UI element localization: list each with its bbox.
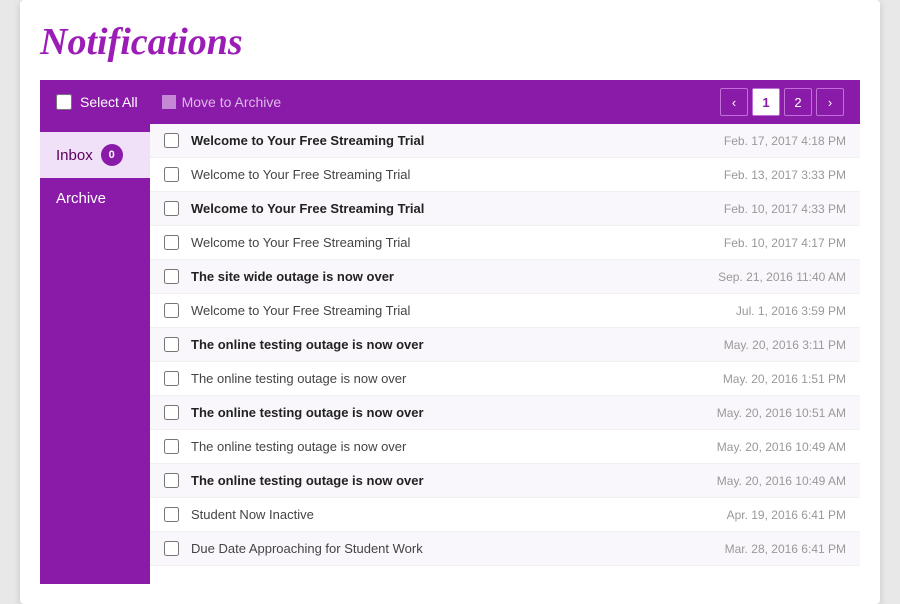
- table-row: The online testing outage is now over May…: [150, 328, 860, 362]
- notification-date: Apr. 19, 2016 6:41 PM: [727, 508, 846, 522]
- content-area: Inbox 0 Archive Welcome to Your Free Str…: [40, 124, 860, 584]
- notification-date: Feb. 10, 2017 4:17 PM: [724, 236, 846, 250]
- notification-text: The online testing outage is now over: [191, 473, 705, 488]
- row-checkbox[interactable]: [164, 337, 179, 352]
- page-title: Notifications: [40, 20, 860, 64]
- notification-text: The online testing outage is now over: [191, 439, 705, 454]
- notification-text: Student Now Inactive: [191, 507, 715, 522]
- page-1-button[interactable]: 1: [752, 88, 780, 116]
- row-checkbox[interactable]: [164, 167, 179, 182]
- notification-text: The online testing outage is now over: [191, 337, 712, 352]
- table-row: Welcome to Your Free Streaming Trial Feb.…: [150, 124, 860, 158]
- prev-page-button[interactable]: ‹: [720, 88, 748, 116]
- notification-date: Jul. 1, 2016 3:59 PM: [736, 304, 846, 318]
- table-row: The site wide outage is now over Sep. 21,…: [150, 260, 860, 294]
- notification-text: Due Date Approaching for Student Work: [191, 541, 713, 556]
- select-all-label: Select All: [80, 94, 138, 110]
- page-2-button[interactable]: 2: [784, 88, 812, 116]
- table-row: Student Now Inactive Apr. 19, 2016 6:41 P…: [150, 498, 860, 532]
- row-checkbox[interactable]: [164, 405, 179, 420]
- table-row: Welcome to Your Free Streaming Trial Jul.…: [150, 294, 860, 328]
- inbox-label: Inbox: [56, 147, 93, 164]
- row-checkbox[interactable]: [164, 507, 179, 522]
- notification-text: The site wide outage is now over: [191, 269, 706, 284]
- notification-text: Welcome to Your Free Streaming Trial: [191, 303, 724, 318]
- row-checkbox[interactable]: [164, 303, 179, 318]
- sidebar-item-inbox[interactable]: Inbox 0: [40, 132, 150, 178]
- table-row: Welcome to Your Free Streaming Trial Feb.…: [150, 158, 860, 192]
- notification-date: May. 20, 2016 10:51 AM: [717, 406, 846, 420]
- archive-icon: [162, 95, 176, 109]
- notification-date: Feb. 17, 2017 4:18 PM: [724, 134, 846, 148]
- notification-text: The online testing outage is now over: [191, 371, 711, 386]
- sidebar-item-archive[interactable]: Archive: [40, 178, 150, 219]
- table-row: The online testing outage is now over May…: [150, 464, 860, 498]
- row-checkbox[interactable]: [164, 541, 179, 556]
- table-row: The online testing outage is now over May…: [150, 430, 860, 464]
- table-row: Welcome to Your Free Streaming Trial Feb.…: [150, 226, 860, 260]
- toolbar: Select All Move to Archive ‹ 1 2 ›: [40, 80, 860, 124]
- toolbar-left: Select All Move to Archive: [56, 94, 281, 110]
- table-row: Welcome to Your Free Streaming Trial Feb.…: [150, 192, 860, 226]
- notification-list: Welcome to Your Free Streaming Trial Feb.…: [150, 124, 860, 584]
- row-checkbox[interactable]: [164, 439, 179, 454]
- table-row: The online testing outage is now over May…: [150, 396, 860, 430]
- notification-text: The online testing outage is now over: [191, 405, 705, 420]
- row-checkbox[interactable]: [164, 201, 179, 216]
- notification-date: Sep. 21, 2016 11:40 AM: [718, 270, 846, 284]
- row-checkbox[interactable]: [164, 473, 179, 488]
- row-checkbox[interactable]: [164, 269, 179, 284]
- row-checkbox[interactable]: [164, 133, 179, 148]
- inbox-badge: 0: [101, 144, 123, 166]
- notification-text: Welcome to Your Free Streaming Trial: [191, 235, 712, 250]
- notification-text: Welcome to Your Free Streaming Trial: [191, 201, 712, 216]
- select-all-checkbox[interactable]: [56, 94, 72, 110]
- archive-label: Archive: [56, 190, 106, 207]
- notification-date: Mar. 28, 2016 6:41 PM: [725, 542, 846, 556]
- notification-text: Welcome to Your Free Streaming Trial: [191, 167, 712, 182]
- table-row: Due Date Approaching for Student Work Mar…: [150, 532, 860, 566]
- notification-date: Feb. 10, 2017 4:33 PM: [724, 202, 846, 216]
- row-checkbox[interactable]: [164, 235, 179, 250]
- notification-date: Feb. 13, 2017 3:33 PM: [724, 168, 846, 182]
- sidebar: Inbox 0 Archive: [40, 124, 150, 584]
- move-archive-label: Move to Archive: [182, 94, 282, 110]
- select-all-group: Select All: [56, 94, 138, 110]
- notification-date: May. 20, 2016 3:11 PM: [724, 338, 846, 352]
- table-row: The online testing outage is now over May…: [150, 362, 860, 396]
- next-page-button[interactable]: ›: [816, 88, 844, 116]
- notification-date: May. 20, 2016 10:49 AM: [717, 474, 846, 488]
- notification-text: Welcome to Your Free Streaming Trial: [191, 133, 712, 148]
- main-container: Notifications Select All Move to Archive…: [20, 0, 880, 604]
- pagination: ‹ 1 2 ›: [720, 88, 844, 116]
- notification-date: May. 20, 2016 1:51 PM: [723, 372, 846, 386]
- row-checkbox[interactable]: [164, 371, 179, 386]
- notification-date: May. 20, 2016 10:49 AM: [717, 440, 846, 454]
- move-to-archive-button[interactable]: Move to Archive: [162, 94, 282, 110]
